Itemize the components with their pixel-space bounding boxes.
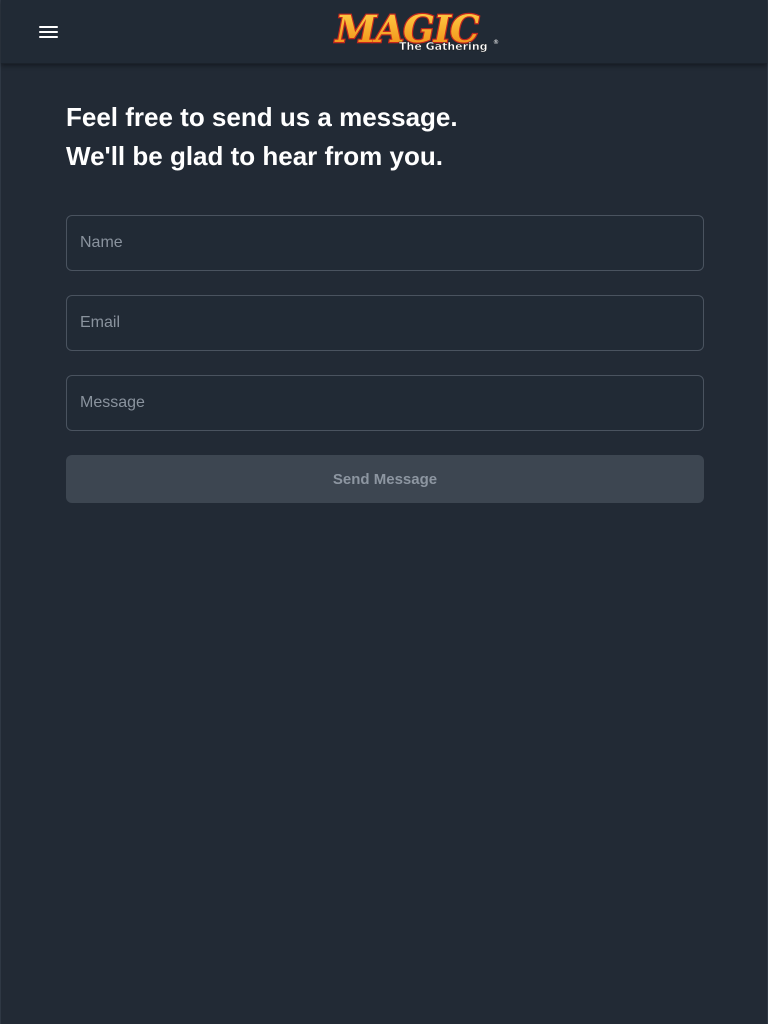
name-input[interactable] bbox=[66, 215, 704, 271]
logo-subtitle: The Gathering bbox=[399, 40, 488, 53]
send-message-button[interactable]: Send Message bbox=[66, 455, 704, 503]
message-input[interactable] bbox=[66, 375, 704, 431]
contact-page: MAGIC The Gathering ® Feel free to send … bbox=[0, 0, 768, 1024]
contact-heading: Feel free to send us a message. We'll be… bbox=[66, 98, 706, 176]
logo-registered-mark: ® bbox=[493, 39, 499, 46]
magic-the-gathering-logo[interactable]: MAGIC The Gathering ® bbox=[319, 6, 499, 58]
heading-line-2: We'll be glad to hear from you. bbox=[66, 141, 443, 171]
top-app-bar: MAGIC The Gathering ® bbox=[1, 0, 767, 64]
heading-line-1: Feel free to send us a message. bbox=[66, 102, 458, 132]
email-input[interactable] bbox=[66, 295, 704, 351]
hamburger-menu-icon[interactable] bbox=[33, 19, 63, 45]
